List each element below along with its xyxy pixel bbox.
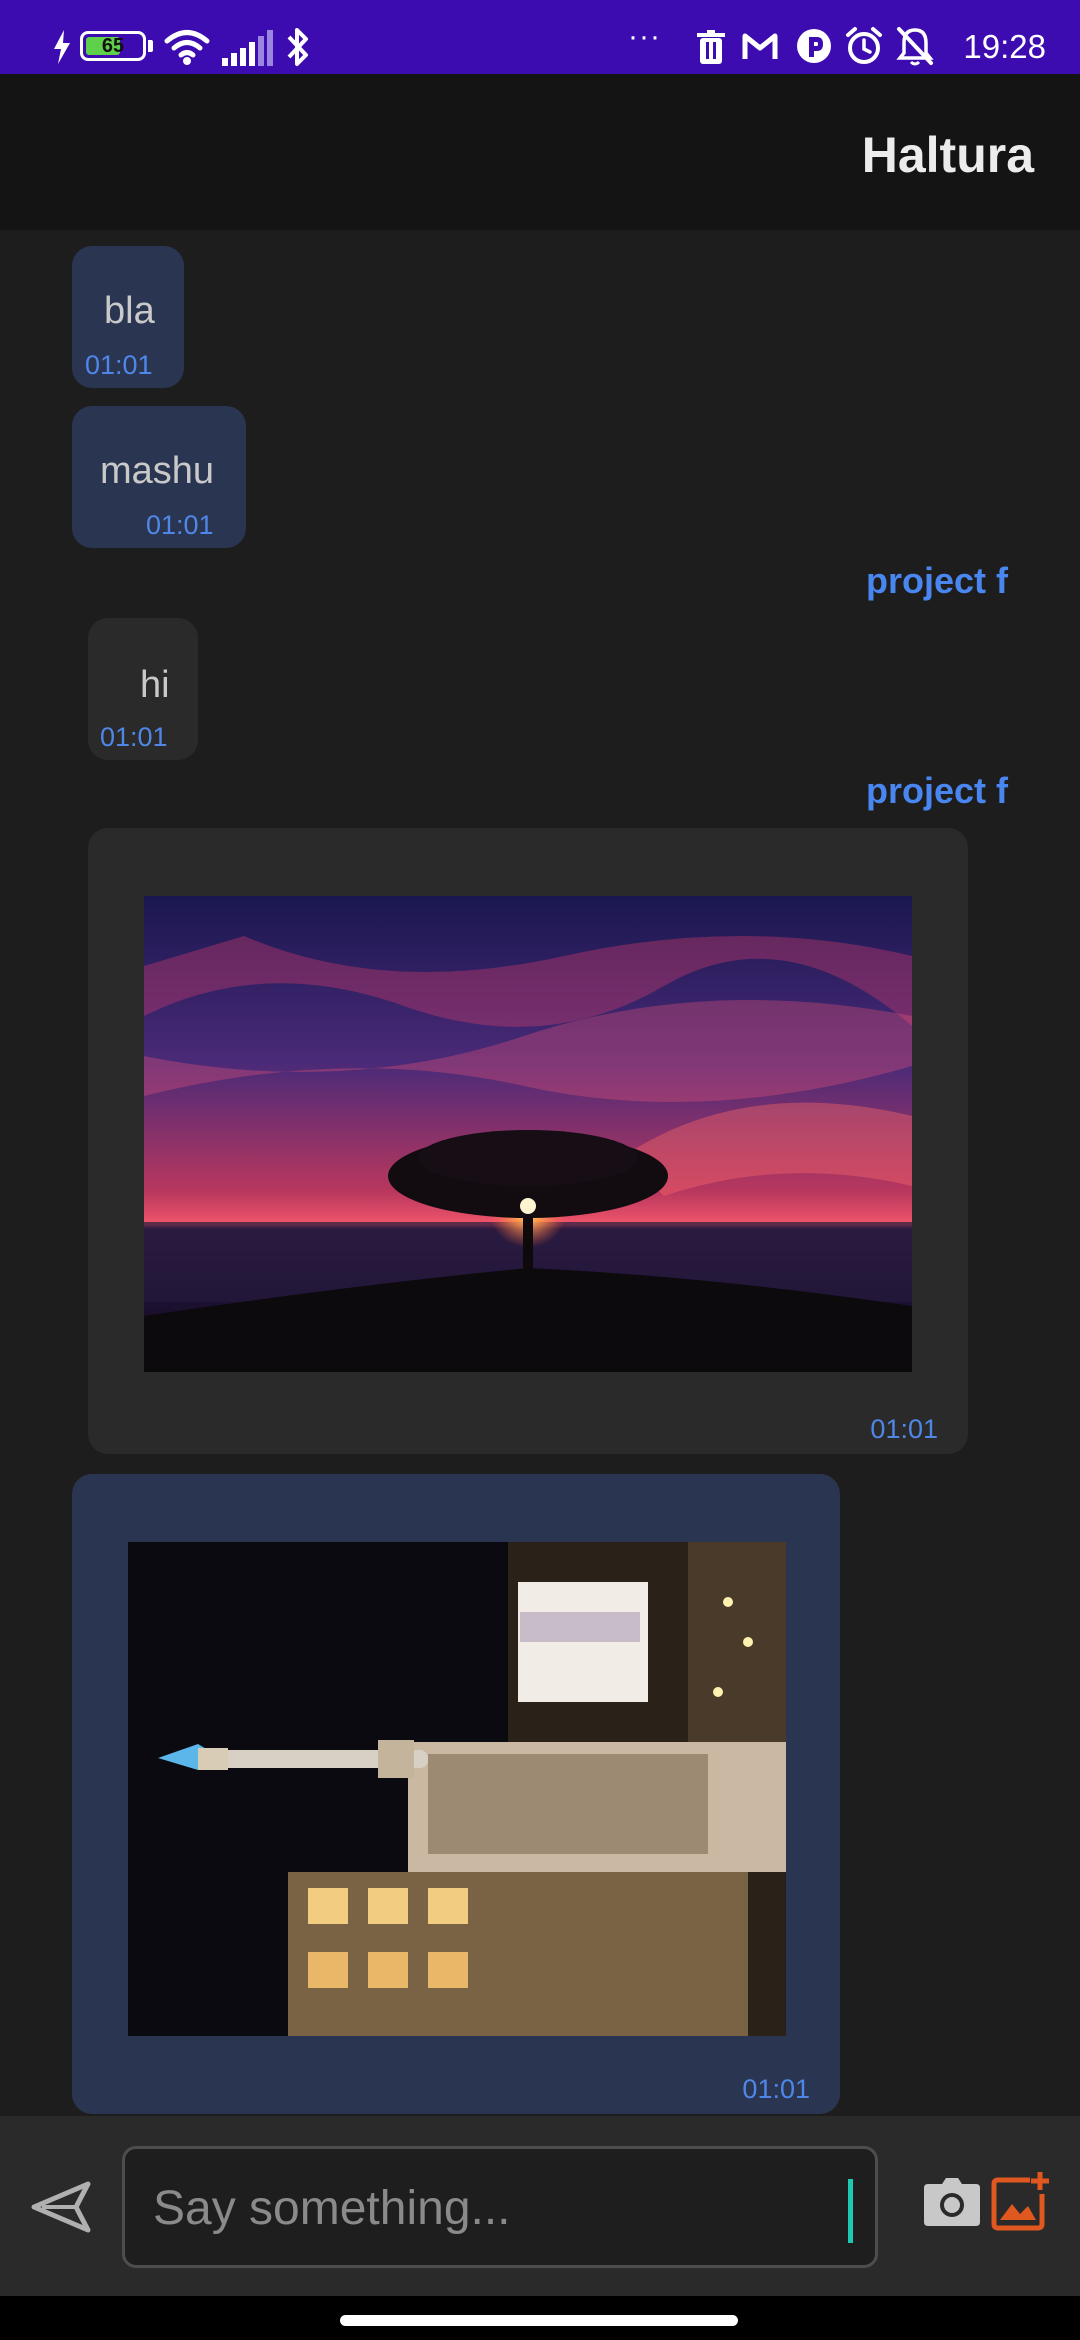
message-time: 01:01 <box>870 1414 938 1444</box>
text-caret <box>848 2179 853 2243</box>
message-text: bla <box>104 290 155 332</box>
alarm-icon <box>846 27 882 64</box>
battery-icon: 65 <box>80 31 146 61</box>
message-time: 01:01 <box>85 350 153 380</box>
night-column-photo[interactable] <box>128 1542 786 2036</box>
sunset-tree-photo[interactable] <box>144 896 912 1372</box>
send-icon[interactable] <box>30 2180 92 2234</box>
message-bubble[interactable]: bla 01:01 <box>72 246 184 388</box>
sender-name: project f <box>865 770 1008 811</box>
message-input[interactable]: Say something... <box>122 2146 878 2268</box>
charging-icon <box>54 30 70 64</box>
message-time: 01:01 <box>100 722 168 752</box>
add-image-icon[interactable] <box>990 2170 1052 2232</box>
trash-icon <box>697 30 725 64</box>
home-indicator[interactable] <box>340 2315 738 2326</box>
more-icon: ··· <box>628 20 661 53</box>
signal-icon <box>222 30 273 66</box>
image-message-bubble[interactable]: 01:01 <box>72 1474 840 2114</box>
message-text: mashu <box>100 450 215 492</box>
message-text: hi <box>140 664 170 706</box>
message-bubble[interactable]: hi 01:01 <box>88 618 198 760</box>
chat-title: Haltura <box>861 127 1034 183</box>
status-bar: 65 ··· 19:28 <box>0 0 1080 74</box>
message-time: 01:01 <box>146 510 214 540</box>
image-message-bubble[interactable]: 01:01 <box>88 828 968 1454</box>
camera-icon[interactable] <box>922 2176 982 2228</box>
message-time: 01:01 <box>742 2074 810 2104</box>
message-input-placeholder: Say something... <box>153 2182 511 2235</box>
message-bubble[interactable]: mashu 01:01 <box>72 406 246 548</box>
wifi-icon <box>164 30 210 65</box>
gmail-icon <box>742 33 778 59</box>
sender-name: project f <box>865 560 1008 601</box>
bell-off-icon <box>896 27 934 66</box>
battery-level: 65 <box>101 35 125 57</box>
bluetooth-icon <box>287 28 308 66</box>
app-icon <box>797 29 831 63</box>
app-bar: Haltura <box>0 74 1080 230</box>
